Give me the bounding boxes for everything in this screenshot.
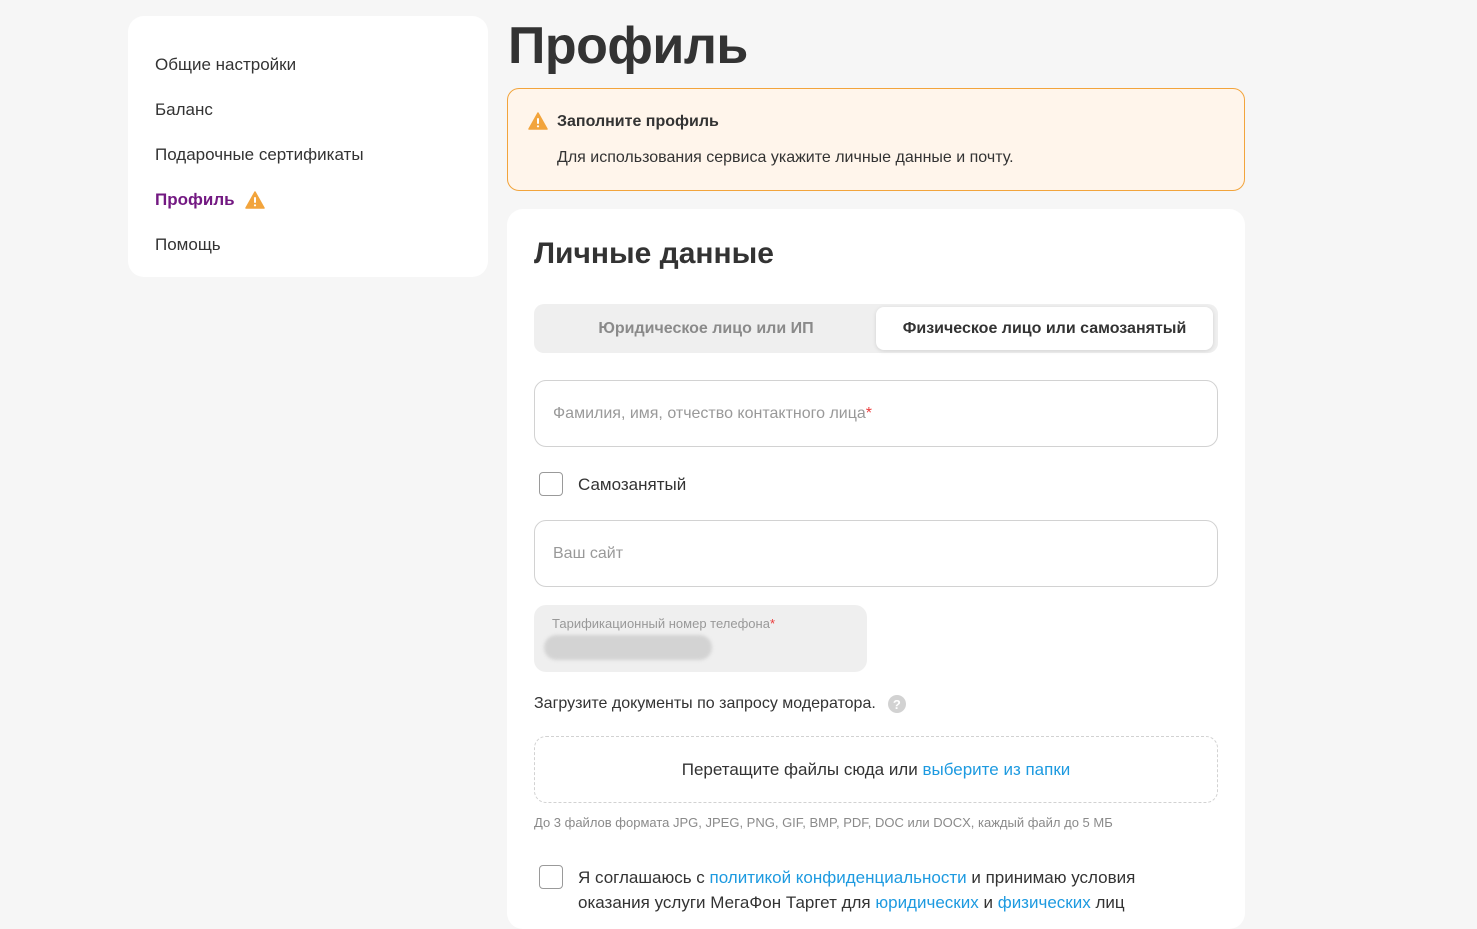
sidebar-item-help[interactable]: Помощь [155, 222, 488, 267]
agreement-checkbox[interactable] [539, 865, 563, 889]
full-name-input[interactable] [535, 381, 1217, 446]
section-title: Личные данные [534, 237, 774, 270]
upload-hint: До 3 файлов формата JPG, JPEG, PNG, GIF,… [534, 815, 1113, 830]
website-input[interactable] [535, 521, 1217, 586]
entity-type-switch: Юридическое лицо или ИП Физическое лицо … [534, 304, 1218, 353]
required-mark: * [769, 616, 775, 631]
tab-legal-entity[interactable]: Юридическое лицо или ИП [537, 307, 875, 350]
choose-folder-link[interactable]: выберите из папки [922, 760, 1070, 780]
profile-warning-alert: Заполните профиль Для использования серв… [507, 88, 1245, 191]
self-employed-row: Самозанятый [539, 472, 686, 497]
self-employed-label[interactable]: Самозанятый [578, 472, 686, 497]
agreement-text: Я соглашаюсь с политикой конфиденциально… [578, 865, 1178, 915]
sidebar-item-label: Общие настройки [155, 54, 297, 74]
warning-icon [244, 190, 265, 209]
sidebar-item-label: Подарочные сертификаты [155, 144, 364, 164]
page-title: Профиль [508, 17, 748, 75]
help-icon[interactable]: ? [887, 695, 906, 713]
file-dropzone[interactable]: Перетащите файлы сюда или выберите из па… [534, 736, 1218, 803]
sidebar-item-label: Профиль [155, 189, 235, 209]
agreement-text-part: лиц [1095, 893, 1125, 912]
upload-caption: Загрузите документы по запросу модератор… [534, 695, 906, 713]
settings-sidebar: Общие настройки Баланс Подарочные сертиф… [128, 16, 488, 277]
label-text: Тарификационный номер телефона [552, 616, 770, 631]
billing-phone-label: Тарификационный номер телефона* [552, 616, 775, 631]
individuals-link[interactable]: физических [998, 893, 1091, 912]
agreement-row: Я соглашаюсь с политикой конфиденциально… [539, 865, 1178, 915]
privacy-policy-link[interactable]: политикой конфиденциальности [710, 868, 967, 887]
personal-data-card: Личные данные Юридическое лицо или ИП Фи… [507, 209, 1245, 929]
sidebar-item-general-settings[interactable]: Общие настройки [155, 42, 488, 87]
sidebar-item-gift-certificates[interactable]: Подарочные сертификаты [155, 132, 488, 177]
tab-individual[interactable]: Физическое лицо или самозанятый [876, 307, 1213, 350]
warning-icon [528, 112, 548, 135]
self-employed-checkbox[interactable] [539, 472, 563, 496]
website-field: Ваш сайт [534, 520, 1218, 587]
redacted-phone-value [544, 635, 712, 660]
sidebar-item-profile[interactable]: Профиль [155, 177, 488, 222]
dropzone-text: Перетащите файлы сюда или [681, 759, 918, 779]
billing-phone-field: Тарификационный номер телефона* [534, 605, 867, 672]
full-name-field: Фамилия, имя, отчество контактного лица* [534, 380, 1218, 447]
agreement-text-part: Я соглашаюсь с [578, 868, 705, 887]
agreement-text-part: и [983, 893, 993, 912]
alert-text: Для использования сервиса укажите личные… [557, 149, 1014, 166]
alert-title: Заполните профиль [557, 113, 719, 130]
sidebar-item-label: Баланс [155, 99, 213, 119]
sidebar-item-balance[interactable]: Баланс [155, 87, 488, 132]
legal-entities-link[interactable]: юридических [875, 893, 978, 912]
sidebar-item-label: Помощь [155, 234, 221, 254]
upload-caption-text: Загрузите документы по запросу модератор… [534, 695, 876, 712]
